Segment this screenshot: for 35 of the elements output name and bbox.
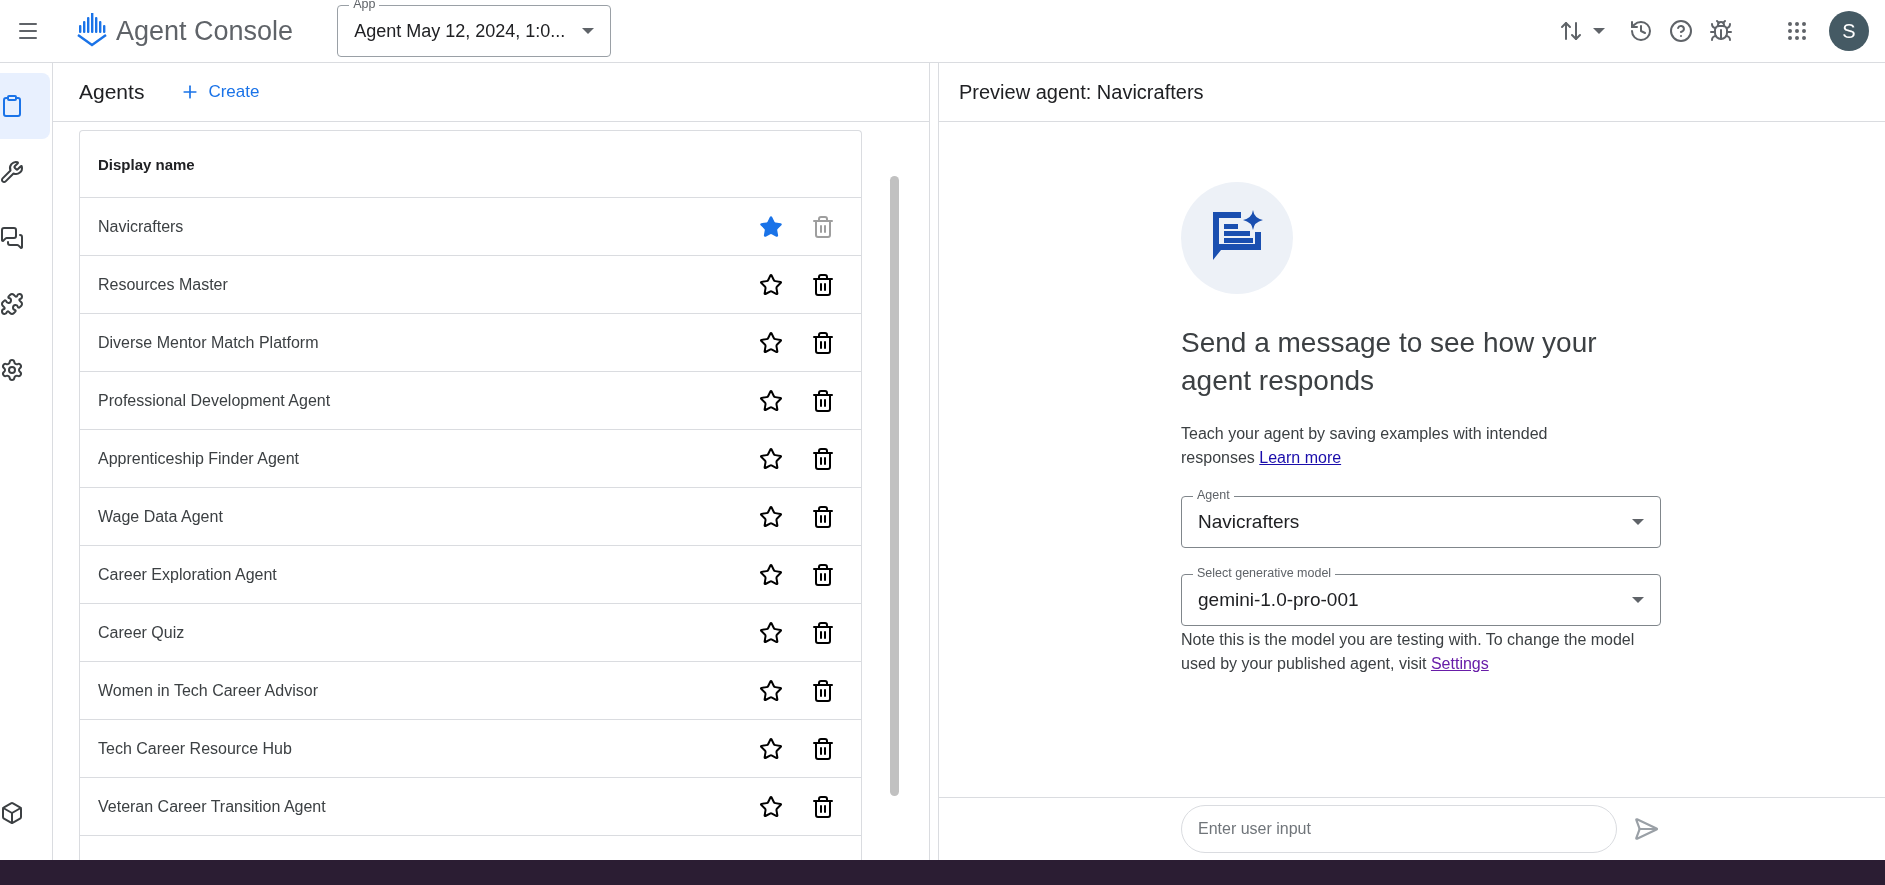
model-note: Note this is the model you are testing with. To change the model used by your published agent, visit Settings xyxy=(1181,630,1636,674)
user-avatar[interactable]: S xyxy=(1829,11,1869,51)
scrollbar[interactable] xyxy=(890,176,899,796)
app-title: Agent Console xyxy=(116,15,294,47)
column-header: Display name xyxy=(80,131,861,198)
agent-name[interactable]: Women in Tech Career Advisor xyxy=(98,681,739,700)
panel-title: Preview agent: Navicrafters xyxy=(959,80,1204,104)
intro-text: Teach your agent by saving examples with intended responses Learn more xyxy=(1181,424,1549,468)
settings-link[interactable]: Settings xyxy=(1430,655,1489,672)
send-icon[interactable] xyxy=(1633,816,1659,842)
clipboard-icon[interactable] xyxy=(0,73,50,139)
field-label: App xyxy=(349,0,380,11)
agent-name[interactable]: Diverse Mentor Match Platform xyxy=(98,333,739,352)
caret-icon[interactable] xyxy=(1632,597,1644,603)
agent-name[interactable]: Career Exploration Agent xyxy=(98,565,739,584)
field-label: Agent xyxy=(1193,488,1234,502)
create-button[interactable]: Create xyxy=(174,81,266,103)
sort-icon[interactable] xyxy=(1559,19,1583,43)
caret-icon[interactable] xyxy=(1593,28,1605,34)
agent-name[interactable]: Navicrafters xyxy=(98,217,739,236)
logo-icon xyxy=(76,13,108,49)
agent-name[interactable]: Wage Data Agent xyxy=(98,507,739,526)
field-label: Select generative model xyxy=(1193,566,1336,580)
empty-state-heading: Send a message to see how your agent responds xyxy=(1181,326,1598,398)
panel-title: Agents xyxy=(79,80,145,104)
caret-icon[interactable] xyxy=(582,28,595,34)
agent-name[interactable]: Resources Master xyxy=(98,275,739,294)
agent-name[interactable]: Apprenticeship Finder Agent xyxy=(98,449,739,468)
agent-name[interactable]: Veteran Career Transition Agent xyxy=(98,797,739,816)
agent-name[interactable]: Tech Career Resource Hub xyxy=(98,739,739,758)
caret-icon[interactable] xyxy=(1632,519,1644,525)
learn-more-link[interactable]: Learn more xyxy=(1259,449,1342,466)
message-input[interactable]: Enter user input xyxy=(1181,805,1617,853)
agent-name[interactable]: Career Quiz xyxy=(98,623,739,642)
agent-name[interactable]: Professional Development Agent xyxy=(98,391,739,410)
